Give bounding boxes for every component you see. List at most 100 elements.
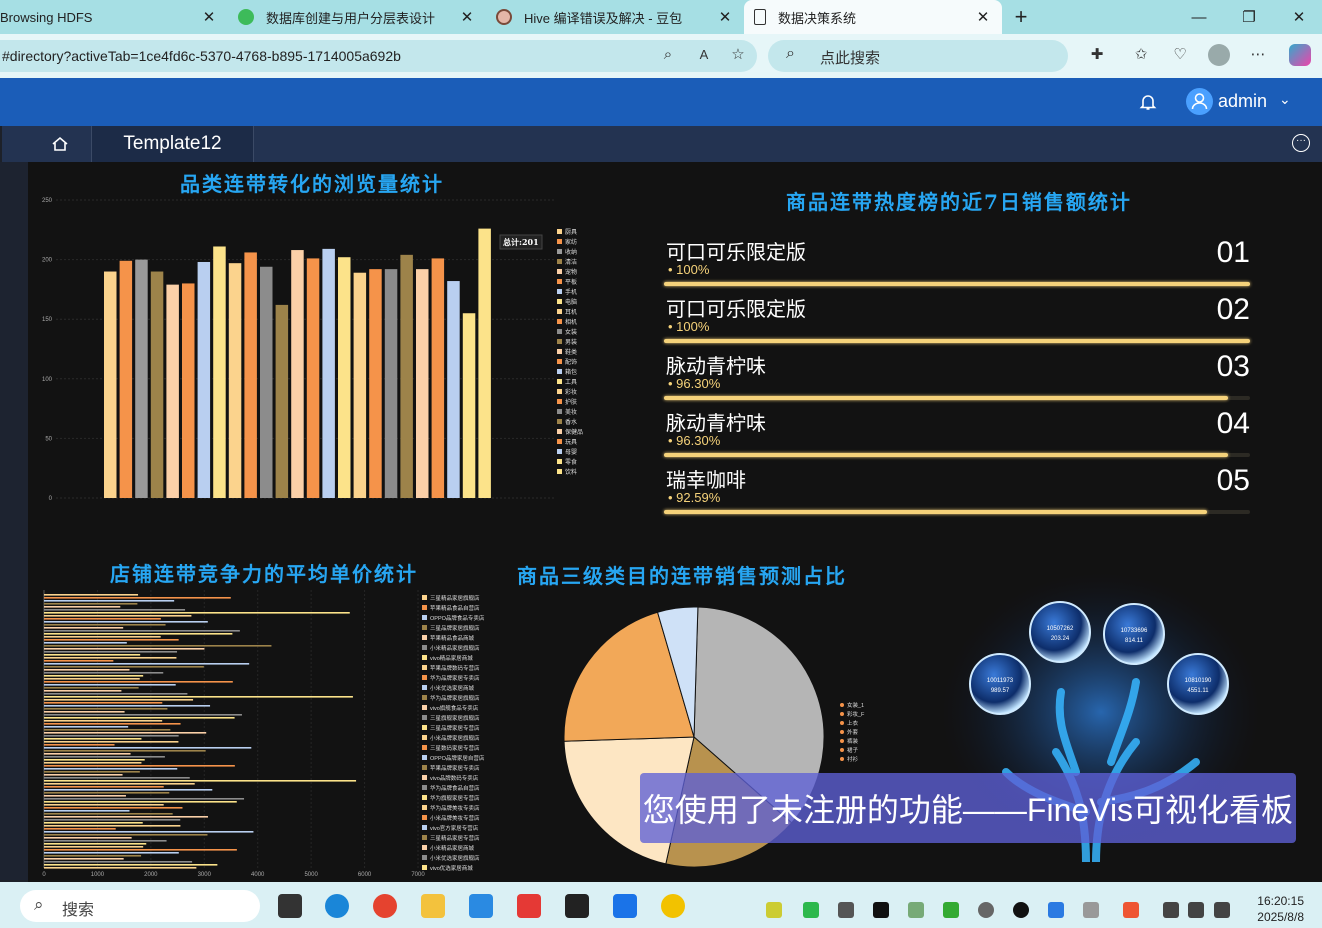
template-tab-bar: Template12 ··· [2,126,1322,162]
bar [244,252,257,498]
pycharm-icon[interactable] [613,894,637,918]
legend-label: 裙子 [847,746,859,754]
tray-doc-icon[interactable] [838,902,854,918]
system-clock[interactable]: 16:20:15 2025/8/8 [1257,893,1304,925]
bar [322,248,335,498]
rank-name: 可口可乐限定版 [666,299,806,321]
file-explorer-icon[interactable] [421,894,445,918]
legend-swatch [422,755,427,760]
y-tick-label: 100 [42,377,53,383]
tab-template12[interactable]: Template12 [92,126,254,162]
hbar [44,723,181,725]
new-tab-button[interactable]: + [996,0,1046,34]
wechat-icon[interactable] [803,902,819,918]
app-icon[interactable] [469,894,493,918]
tray-grid-icon[interactable] [943,902,959,918]
hbar [44,750,206,752]
hbar [44,666,204,668]
hbar [44,594,139,596]
legend-swatch [422,615,427,620]
page-icon [754,9,766,25]
cloud-icon[interactable] [978,902,994,918]
hbar [44,648,205,650]
maximize-button[interactable]: ❐ [1224,0,1274,34]
tray-jetbrains-icon[interactable] [873,902,889,918]
hbar [44,636,161,638]
bubble-value: 989.57 [991,688,1010,694]
edge-icon[interactable] [325,894,349,918]
battery-icon[interactable] [1214,902,1230,918]
legend-swatch [422,625,427,630]
hbar [44,828,116,830]
extensions-icon[interactable]: ✚ [1086,44,1108,66]
taskbar-search-input[interactable]: ⌕ 搜索 [20,890,260,922]
legend-label: 清洁 [565,258,577,266]
wps-icon[interactable] [517,894,541,918]
datagrip-icon[interactable] [565,894,589,918]
legend-swatch [557,419,562,424]
more-menu-icon[interactable]: ⋯ [1247,44,1269,66]
profile-icon[interactable] [1208,44,1230,66]
legend-label: 华为品牌食品自营店 [430,784,480,792]
legend-label: 饮料 [565,468,577,476]
task-view-icon[interactable] [278,894,302,918]
address-bar: #directory?activeTab=1ce4fd6c-5370-4768-… [0,34,1322,78]
read-aloud-icon[interactable]: A [693,44,715,66]
close-icon[interactable]: ✕ [200,8,218,26]
legend-swatch [422,785,427,790]
health-icon[interactable]: ♡ [1169,44,1191,66]
bar [275,304,289,498]
legend-label: vivo官方家居专营店 [430,824,479,832]
more-options-icon[interactable]: ··· [1292,134,1310,152]
ime-icon[interactable] [1083,902,1099,918]
close-window-button[interactable]: ✕ [1274,0,1322,34]
favorites-icon[interactable]: ✩ [1130,44,1152,66]
rank-name: 瑞幸咖啡 [666,470,746,492]
hbar [44,717,235,719]
browser-tab-decision[interactable]: 数据决策系统 ✕ [744,0,1002,34]
hbar [44,630,240,632]
legend-label: 家纺 [565,238,577,246]
legend-label: 彩妆 [565,388,577,396]
avatar[interactable] [1186,88,1213,115]
chevron-down-icon[interactable]: ⌄ [1279,91,1291,108]
rank-progress-track [664,339,1250,343]
legend-swatch [557,369,562,374]
close-icon[interactable]: ✕ [458,8,476,26]
legend-label: 三星精品家居旗舰店 [430,594,480,602]
tree-bubble: 10733696 814.11 [1103,603,1165,665]
legend-swatch [422,695,427,700]
qq-icon[interactable] [1013,902,1029,918]
hbar [44,852,179,854]
hbar [44,669,130,671]
copilot-icon[interactable] [1289,44,1311,66]
search-input[interactable]: ⌕ 点此搜索 [768,40,1068,72]
tray-app-icon[interactable] [766,902,782,918]
bell-icon[interactable] [1138,92,1158,112]
bubble-id: 10733696 [1121,628,1148,634]
home-button[interactable] [28,126,92,162]
shield-icon[interactable] [1048,902,1064,918]
browser-tab-hdfs[interactable]: Browsing HDFS ✕ [0,0,228,34]
bubble-id: 10507262 [1047,626,1074,632]
close-icon[interactable]: ✕ [974,8,992,26]
chrome-icon[interactable] [373,894,397,918]
browser-tab-db-design[interactable]: 数据库创建与用户分层表设计 ✕ [228,0,486,34]
close-icon[interactable]: ✕ [716,8,734,26]
tray-screen-icon[interactable] [908,902,924,918]
bar [213,246,226,498]
music-icon[interactable] [661,894,685,918]
network-icon[interactable] [1163,902,1179,918]
rank-name: 脉动青柠味 [666,356,766,378]
user-name[interactable]: admin [1218,91,1267,112]
hbar [44,729,171,731]
browser-tab-hive[interactable]: Hive 编译错误及解决 - 豆包 ✕ [486,0,744,34]
volume-icon[interactable] [1188,902,1204,918]
url-field[interactable]: #directory?activeTab=1ce4fd6c-5370-4768-… [0,40,757,72]
zoom-icon[interactable]: ⌕ [657,44,679,66]
rank-progress-fill [664,396,1229,400]
bar-chart: 0 50 100 150 200 250 总计:201 厨具家纺收纳清洁宠物平板手机电脑耳机相… [42,198,583,502]
tray-red-icon[interactable] [1123,902,1139,918]
minimize-button[interactable]: — [1174,0,1224,34]
favorite-star-icon[interactable]: ☆ [727,44,749,66]
